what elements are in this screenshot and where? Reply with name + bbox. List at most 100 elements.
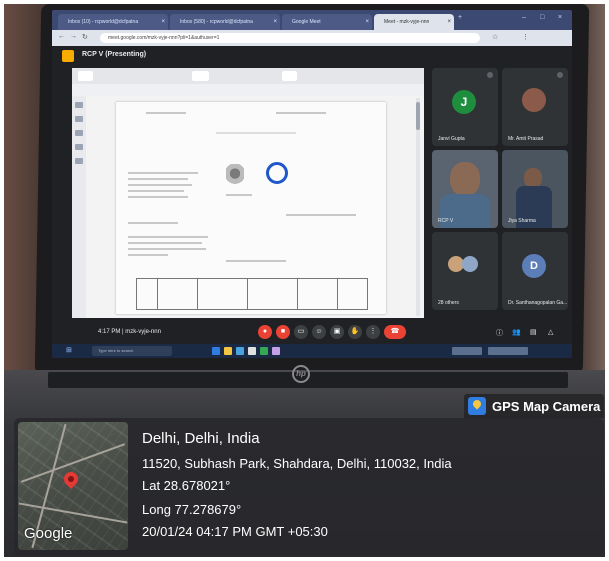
menu-icon[interactable]: ⋮ bbox=[522, 33, 529, 41]
folder-icon[interactable] bbox=[224, 347, 232, 355]
map-pin-dot bbox=[66, 474, 76, 484]
emoji-icon: ☺ bbox=[315, 328, 323, 335]
participant-tile[interactable]: J Janvi Gupta bbox=[432, 68, 498, 146]
text-line bbox=[128, 172, 198, 174]
info-icon[interactable]: ⓘ bbox=[496, 328, 503, 338]
avatar bbox=[450, 162, 480, 196]
participant-tile[interactable]: D Dr. Santhanagopalan Ga... bbox=[502, 232, 568, 310]
tool-icon[interactable] bbox=[75, 116, 83, 122]
organization-logo bbox=[266, 162, 288, 184]
maximize-icon[interactable]: □ bbox=[540, 14, 544, 21]
doc-tab bbox=[78, 71, 93, 81]
edge-icon[interactable] bbox=[212, 347, 220, 355]
present-button[interactable]: ▣ bbox=[330, 325, 344, 339]
store-icon[interactable] bbox=[236, 347, 244, 355]
extensions-icon[interactable]: ☆ bbox=[492, 33, 498, 41]
people-icon[interactable]: 👥 bbox=[512, 328, 521, 336]
new-tab-icon[interactable]: + bbox=[458, 14, 462, 21]
text-line bbox=[146, 112, 186, 114]
gps-latitude: Lat 28.678021° bbox=[142, 478, 231, 493]
gps-info-box: Google Delhi, Delhi, India 11520, Subhas… bbox=[14, 418, 604, 556]
camera-button[interactable]: ■ bbox=[276, 325, 290, 339]
participant-tile[interactable]: Jiya Sharma bbox=[502, 150, 568, 228]
map-pin-icon bbox=[61, 469, 81, 489]
text-line bbox=[286, 214, 356, 216]
doc-tab bbox=[192, 71, 209, 81]
minimize-icon[interactable]: – bbox=[522, 14, 526, 21]
gps-address: 11520, Subhash Park, Shahdara, Delhi, 11… bbox=[142, 456, 452, 471]
chat-icon[interactable]: ▤ bbox=[530, 328, 537, 336]
mic-off-icon bbox=[487, 72, 493, 78]
scrollbar[interactable] bbox=[416, 98, 420, 316]
back-icon[interactable]: ← bbox=[58, 33, 65, 40]
emoji-button[interactable]: ☺ bbox=[312, 325, 326, 339]
raise-hand-button[interactable]: ✋ bbox=[348, 325, 362, 339]
tool-icon[interactable] bbox=[75, 144, 83, 150]
camera-icon: ■ bbox=[280, 328, 286, 335]
captions-icon: ▭ bbox=[297, 328, 305, 335]
map-brand: Google bbox=[24, 525, 73, 542]
taskbar-search-input[interactable]: Type here to search bbox=[92, 346, 172, 356]
avatar bbox=[524, 168, 542, 188]
url-field[interactable]: meet.google.com/mzk-vyje-nnn?pli=1&authu… bbox=[100, 33, 480, 43]
close-icon[interactable]: × bbox=[161, 14, 165, 30]
close-icon[interactable]: × bbox=[273, 14, 277, 30]
leave-call-button[interactable]: ☎ bbox=[384, 325, 406, 339]
forward-icon[interactable]: → bbox=[70, 33, 77, 40]
participant-name: RCP V bbox=[438, 218, 454, 224]
browser-tab-active[interactable]: Meet - mzk-vyje-nnn × bbox=[374, 14, 454, 30]
meet-header: RCP V (Presenting) bbox=[52, 46, 572, 66]
text-line bbox=[128, 236, 208, 238]
participant-tile[interactable]: RCP V bbox=[432, 150, 498, 228]
browser-tab[interactable]: Inbox (580) - rcpworld@dcfpatna × bbox=[170, 14, 280, 30]
participant-name: Mr. Amit Prasad bbox=[508, 136, 544, 142]
hp-logo: hp bbox=[292, 365, 310, 383]
reload-icon[interactable]: ↻ bbox=[82, 33, 88, 41]
table-divider bbox=[157, 279, 158, 309]
gps-city: Delhi, Delhi, India bbox=[142, 430, 260, 447]
participant-tile[interactable]: 28 others bbox=[432, 232, 498, 310]
tool-icon[interactable] bbox=[75, 102, 83, 108]
location-pin-icon bbox=[471, 398, 483, 410]
table-divider bbox=[247, 279, 248, 309]
presenting-label: RCP V (Presenting) bbox=[82, 51, 147, 58]
text-line bbox=[128, 196, 188, 198]
close-icon[interactable]: × bbox=[365, 14, 369, 30]
start-icon[interactable]: ⊞ bbox=[66, 346, 72, 354]
captions-button[interactable]: ▭ bbox=[294, 325, 308, 339]
more-button[interactable]: ⋮ bbox=[366, 325, 380, 339]
activities-icon[interactable]: △ bbox=[548, 328, 553, 336]
map-road bbox=[18, 502, 128, 524]
avatar bbox=[522, 88, 546, 112]
document-table bbox=[136, 278, 368, 310]
participant-tile[interactable]: Mr. Amit Prasad bbox=[502, 68, 568, 146]
scrollbar-thumb[interactable] bbox=[416, 102, 420, 130]
pdf-page bbox=[116, 102, 386, 314]
tool-icon[interactable] bbox=[75, 130, 83, 136]
app-icon[interactable] bbox=[272, 347, 280, 355]
text-line bbox=[128, 254, 168, 256]
meeting-time: 4:17 PM | mzk-vyje-nnn bbox=[98, 329, 161, 335]
text-line bbox=[128, 178, 188, 180]
mic-button[interactable]: ● bbox=[258, 325, 272, 339]
participant-name: Janvi Gupta bbox=[438, 136, 465, 142]
taskbar: ⊞ Type here to search bbox=[52, 344, 572, 358]
browser-tab[interactable]: Google Meet × bbox=[282, 14, 372, 30]
pdf-toolbar bbox=[72, 84, 424, 96]
tab-label: Google Meet bbox=[292, 19, 321, 25]
presentation-icon bbox=[62, 50, 74, 62]
avatar: J bbox=[452, 90, 476, 114]
table-divider bbox=[297, 279, 298, 309]
tool-icon[interactable] bbox=[75, 158, 83, 164]
window-close-icon[interactable]: × bbox=[558, 14, 562, 21]
close-icon[interactable]: × bbox=[447, 14, 451, 30]
system-tray[interactable] bbox=[452, 347, 482, 355]
app-icon[interactable] bbox=[248, 347, 256, 355]
present-icon: ▣ bbox=[333, 328, 341, 335]
text-line bbox=[128, 184, 192, 186]
chrome-icon[interactable] bbox=[260, 347, 268, 355]
text-line bbox=[226, 194, 252, 196]
participant-name: Jiya Sharma bbox=[508, 218, 536, 224]
clock[interactable] bbox=[488, 347, 528, 355]
browser-tab[interactable]: Inbox (10) - rcpworld@dcfpatna × bbox=[58, 14, 168, 30]
